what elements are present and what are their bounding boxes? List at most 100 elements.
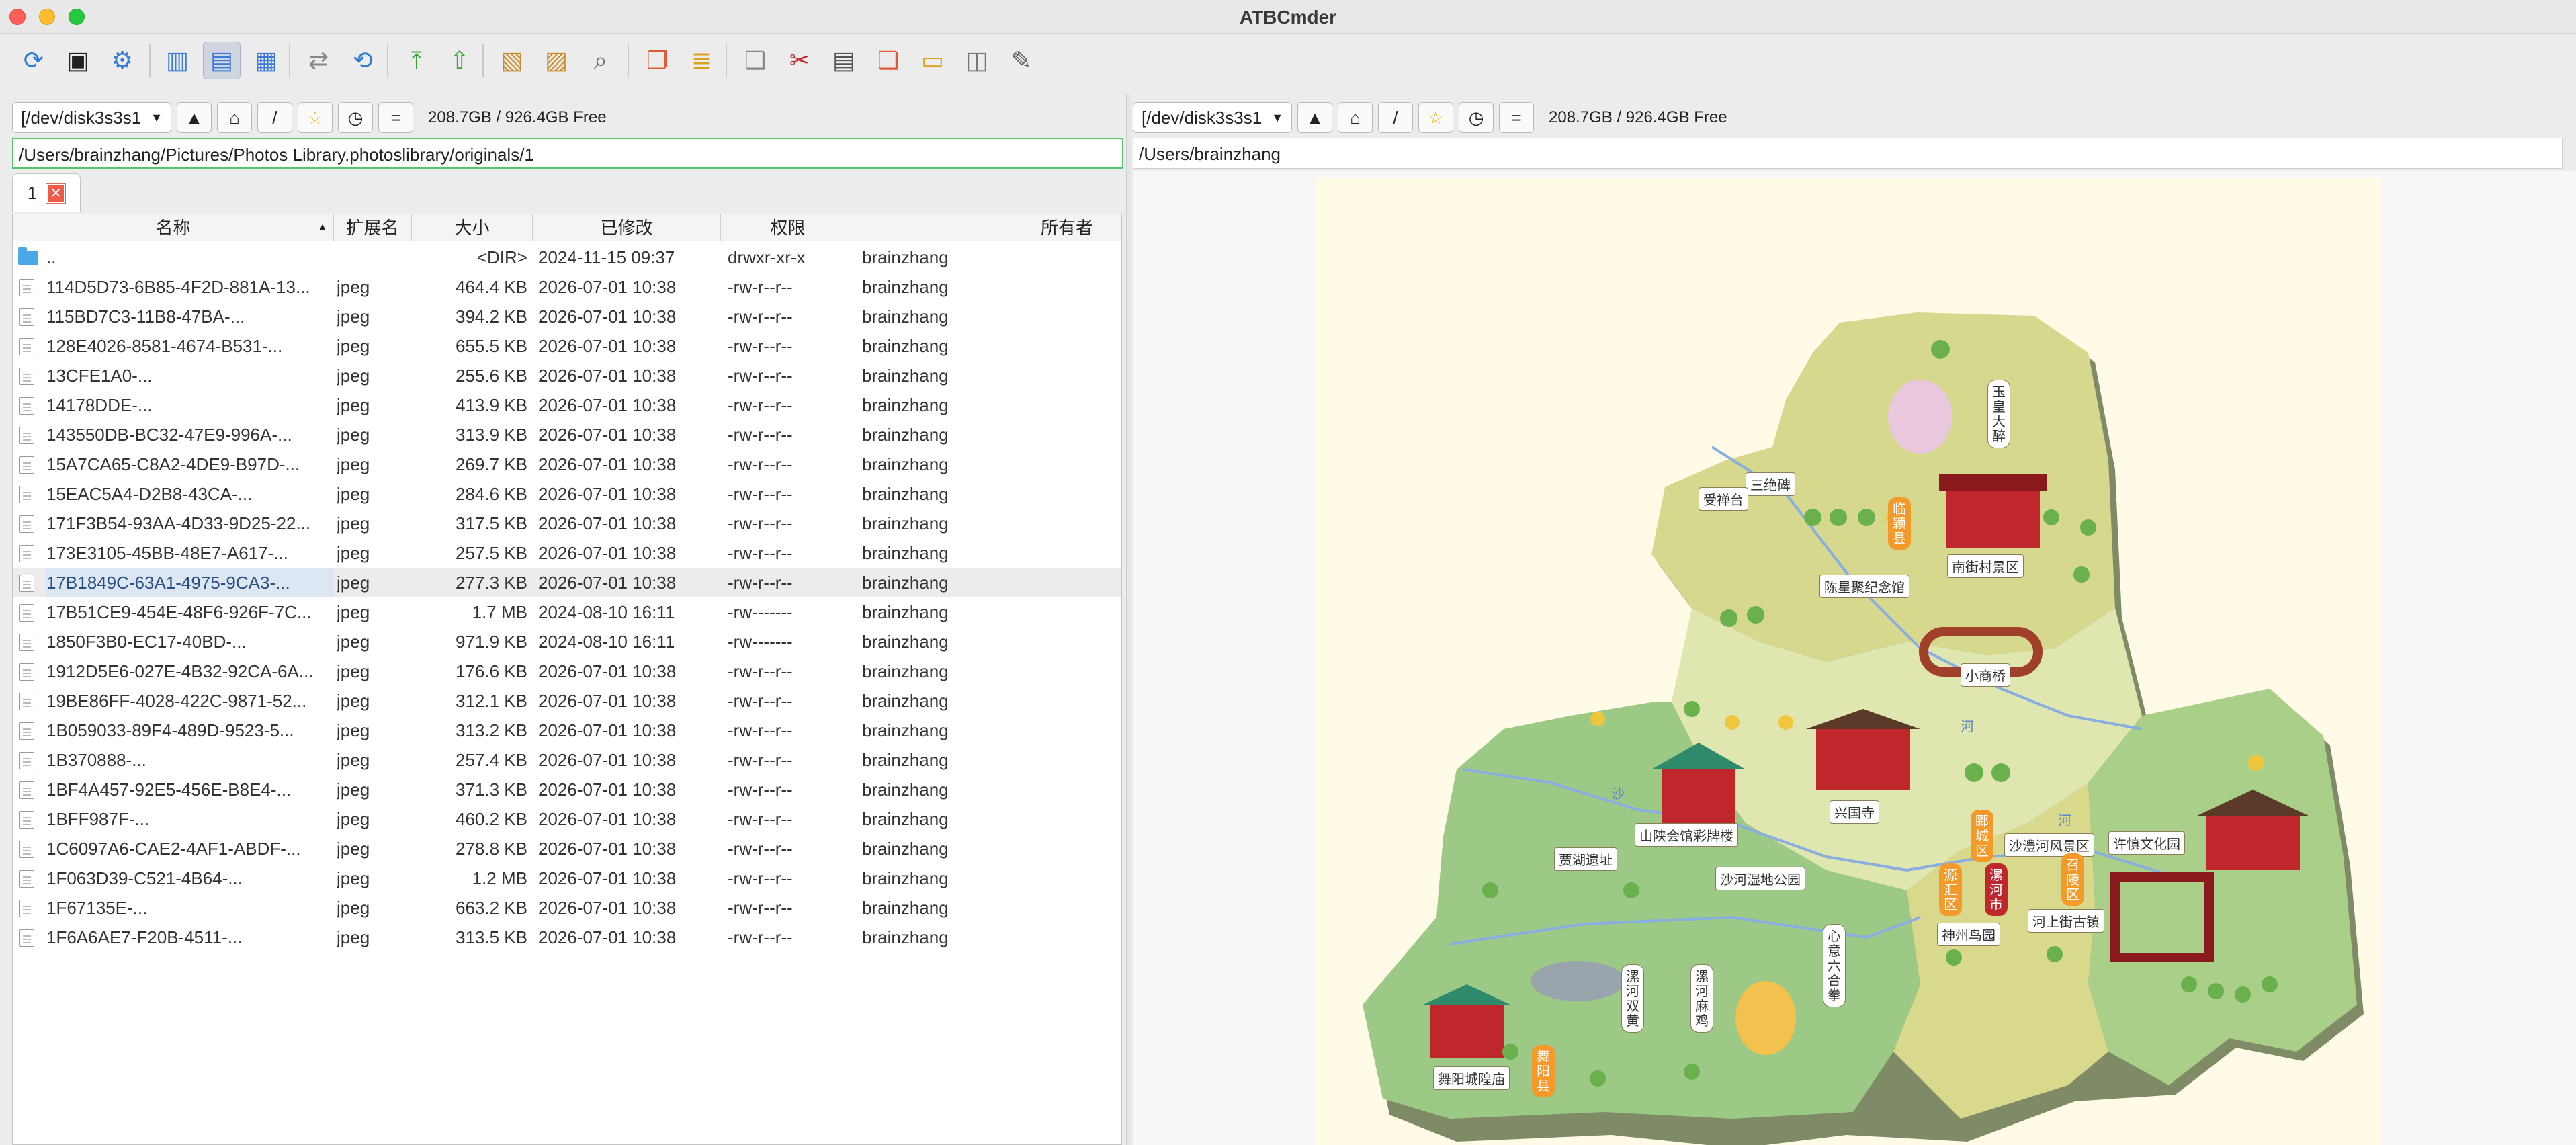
home-button[interactable]: ⌂ [1338,102,1373,133]
duplicate-button[interactable]: ❑ [736,42,774,79]
find-button[interactable]: ⌕ [582,42,619,79]
equal-button[interactable]: = [378,102,414,133]
panel-splitter[interactable] [1126,94,1131,1145]
table-row[interactable]: 143550DB-BC32-47E9-996A-... jpeg 313.9 KB 2… [13,420,1121,450]
paste-button[interactable]: ❏ [869,42,907,79]
table-row[interactable]: 115BD7C3-11B8-47BA-... jpeg 394.2 KB 2026-0… [13,302,1121,331]
right-path-field[interactable]: /Users/brainzhang [1133,138,2563,169]
cell-modified: 2026-07-01 10:38 [538,277,677,297]
column-ext[interactable]: 扩展名 [334,214,412,241]
home-button[interactable]: ⌂ [217,102,253,133]
table-row[interactable]: 1912D5E6-027E-4B32-92CA-6A... jpeg 176.6 K… [13,656,1121,686]
cell-modified: 2024-08-10 16:11 [538,602,675,622]
cell-name: 128E4026-8581-4674-B531-... [46,336,283,356]
table-row[interactable]: .. <DIR> 2024-11-15 09:37 drwxr-xr-x brainzh… [13,243,1121,272]
left-path-field[interactable]: /Users/brainzhang/Pictures/Photos Librar… [12,138,1123,169]
equal-button[interactable]: = [1499,102,1535,133]
cut-icon: ✂ [789,46,810,74]
cell-size: 176.6 KB [456,661,527,681]
root-button[interactable]: / [257,102,293,133]
sync-dirs-icon: ⟲ [352,46,374,74]
new-folder-button[interactable]: ▭ [914,42,951,79]
toolbar-separator [726,44,727,77]
root-button[interactable]: / [1378,102,1414,133]
table-row[interactable]: 173E3105-45BB-48E7-A617-... jpeg 257.5 KB 2… [13,538,1121,568]
cell-ext: jpeg [337,395,370,415]
table-row[interactable]: 1B059033-89F4-489D-9523-5... jpeg 313.2 KB… [13,716,1121,745]
table-row[interactable]: 1C6097A6-CAE2-4AF1-ABDF-... jpeg 278.8 KB 2… [13,834,1121,863]
pack-button[interactable]: ▧ [493,42,531,79]
table-row[interactable]: 19BE86FF-4028-422C-9871-52... jpeg 312.1 K… [13,686,1121,716]
left-file-list[interactable]: 名称 ▲ 扩展名 大小 已修改 权限 所有者 .. <DIR> 2024-11-15 … [12,214,1122,1145]
drive-up-button[interactable]: ▲ [1297,102,1333,133]
refresh-button[interactable]: ⟳ [15,42,52,79]
cell-modified: 2026-07-01 10:38 [538,513,677,534]
left-drive-select[interactable]: [/dev/disk3s3s1 ▼ [12,102,172,133]
table-row[interactable]: 114D5D73-6B85-4F2D-881A-13... jpeg 464.4 K… [13,272,1121,302]
table-row[interactable]: 17B51CE9-454E-48F6-926F-7C... jpeg 1.7 MB 2… [13,597,1121,627]
column-name[interactable]: 名称 ▲ [13,214,334,241]
thumbnail-view-button[interactable]: ▦ [247,42,285,79]
column-permissions[interactable]: 权限 [721,214,855,241]
file-icon [19,870,34,888]
cell-size: 971.9 KB [456,632,527,652]
goto-root-button[interactable]: ⤒ [398,42,435,79]
cell-perm: -rw-r--r-- [728,366,793,386]
cell-name: 14178DDE-... [46,395,153,415]
file-icon [19,397,34,415]
detail-view-icon: ▤ [210,46,233,74]
file-icon [19,515,34,533]
compare-dirs-button[interactable]: ⇄ [300,42,337,79]
settings-button[interactable]: ⚙ [103,42,141,79]
edit-button[interactable]: ✎ [1002,42,1040,79]
table-row[interactable]: 1F6A6AE7-F20B-4511-... jpeg 313.5 KB 2026-0… [13,923,1121,952]
terminal-button[interactable]: ▣ [59,42,97,79]
detail-view-button[interactable]: ▤ [203,42,241,79]
favorites-button[interactable]: ☆ [1418,102,1454,133]
cut-button[interactable]: ✂ [781,42,818,79]
history-button[interactable]: ◷ [338,102,374,133]
copy-button[interactable]: ❐ [638,42,676,79]
table-row[interactable]: 128E4026-8581-4674-B531-... jpeg 655.5 KB 2… [13,331,1121,361]
column-modified[interactable]: 已修改 [533,214,721,241]
move-button[interactable]: ≣ [683,42,720,79]
table-row[interactable]: 1BFF987F-... jpeg 460.2 KB 2026-07-01 10:38… [13,804,1121,834]
cell-perm: drwxr-xr-x [728,247,806,267]
file-icon [19,929,34,947]
history-button[interactable]: ◷ [1459,102,1494,133]
close-tab-icon[interactable]: ✕ [46,183,67,204]
folder-icon [18,247,38,265]
title-bar: ATBCmder [0,0,2576,34]
table-row[interactable]: 13CFE1A0-... jpeg 255.6 KB 2026-07-01 10:38… [13,361,1121,390]
map-label-nanjiecun: 南街村景区 [1947,554,2024,578]
cell-ext: jpeg [337,868,370,888]
sync-dirs-button[interactable]: ⟲ [344,42,382,79]
left-free-space: 208.7GB / 926.4GB Free [428,108,607,126]
map-label-yuanhui: 源汇区 [1939,863,1962,916]
right-drive-select[interactable]: [/dev/disk3s3s1 ▼ [1133,102,1293,133]
column-size[interactable]: 大小 [412,214,533,241]
table-row[interactable]: 1BF4A457-92E5-456E-B8E4-... jpeg 371.3 KB 2… [13,775,1121,804]
table-row[interactable]: 15A7CA65-C8A2-4DE9-B97D-... jpeg 269.7 KB 2… [13,450,1121,479]
table-row[interactable]: 15EAC5A4-D2B8-43CA-... jpeg 284.6 KB 2026-0… [13,479,1121,509]
goto-parent-button[interactable]: ⇧ [441,42,478,79]
table-row[interactable]: 17B1849C-63A1-4975-9CA3-... jpeg 277.3 KB 2… [13,568,1121,597]
table-row[interactable]: 171F3B54-93AA-4D33-9D25-22... jpeg 317.5 K… [13,509,1121,538]
chevron-down-icon: ▼ [1271,110,1284,124]
unpack-button[interactable]: ▨ [538,42,575,79]
delete-button[interactable]: ▤ [825,42,863,79]
table-row[interactable]: 1F67135E-... jpeg 663.2 KB 2026-07-01 10:38… [13,893,1121,923]
drive-up-button[interactable]: ▲ [177,102,212,133]
properties-button[interactable]: ◫ [958,42,996,79]
table-row[interactable]: 1B370888-... jpeg 257.4 KB 2026-07-01 10:38… [13,745,1121,775]
tab-1[interactable]: 1 ✕ [12,173,81,212]
cell-name: 17B51CE9-454E-48F6-926F-7C... [46,602,312,622]
table-row[interactable]: 14178DDE-... jpeg 413.9 KB 2026-07-01 10:38… [13,390,1121,420]
brief-view-button[interactable]: ▥ [159,42,196,79]
table-row[interactable]: 1850F3B0-EC17-40BD-... jpeg 971.9 KB 2024-0… [13,627,1121,656]
tab-label: 1 [27,183,38,203]
column-owner[interactable]: 所有者 [855,214,1121,241]
table-row[interactable]: 1F063D39-C521-4B64-... jpeg 1.2 MB 2026-07-… [13,863,1121,893]
favorites-button[interactable]: ☆ [298,102,333,133]
brief-view-icon: ▥ [165,46,189,74]
